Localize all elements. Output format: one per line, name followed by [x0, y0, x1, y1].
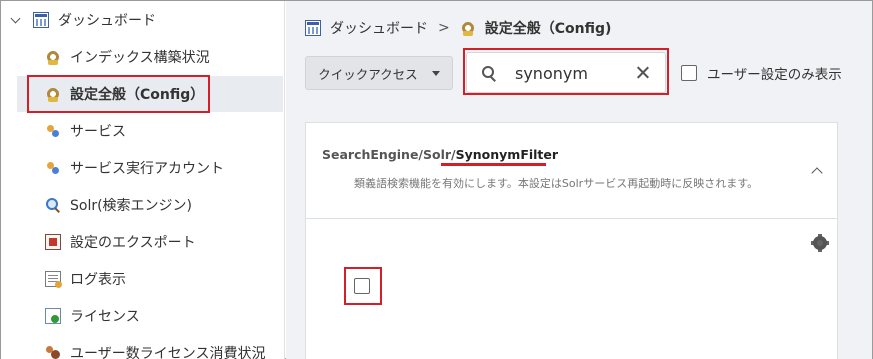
sidebar-root-label: ダッシュボード [58, 13, 156, 29]
highlight-underline [441, 163, 546, 166]
sidebar-item-label: インデックス構築状況 [70, 50, 210, 66]
dashboard-icon [33, 12, 49, 28]
sidebar-item-label: Solr(検索エンジン) [70, 198, 193, 214]
sidebar-item-export[interactable]: 設定のエクスポート [45, 230, 196, 254]
sidebar-item-solr[interactable]: Solr(検索エンジン) [45, 193, 192, 217]
sidebar: ダッシュボード インデックス構築状況 設定全般（Config） サービス サービ… [1, 1, 285, 359]
log-icon [45, 271, 62, 288]
chevron-down-icon[interactable] [11, 15, 21, 25]
user-settings-only-toggle[interactable]: ユーザー設定のみ表示 [681, 63, 842, 83]
quick-access-button[interactable]: クイックアクセス [305, 56, 453, 90]
sidebar-item-label: ライセンス [70, 309, 140, 325]
highlight-box-search [463, 48, 669, 95]
sidebar-item-logs[interactable]: ログ表示 [45, 267, 126, 291]
highlight-box-checkbox [344, 267, 382, 305]
setting-path-prefix: SearchEngine/Solr/ [322, 147, 456, 162]
setting-card: SearchEngine/Solr/SynonymFilter 類義語検索機能を… [305, 122, 838, 359]
main-content: ダッシュボード > 設定全般（Config) クイックアクセス ユーザー設定のみ… [286, 1, 872, 359]
dots-icon [45, 123, 61, 139]
sidebar-item-service-account[interactable]: サービス実行アカウント [45, 156, 224, 180]
setting-card-header[interactable]: SearchEngine/Solr/SynonymFilter 類義語検索機能を… [306, 123, 837, 219]
sidebar-item-label: ログ表示 [70, 272, 126, 288]
setting-path: SearchEngine/Solr/SynonymFilter [322, 147, 558, 162]
gear-icon [45, 49, 61, 65]
breadcrumb-current: 設定全般（Config) [484, 21, 612, 37]
sidebar-item-services[interactable]: サービス [45, 119, 126, 143]
user-settings-only-label: ユーザー設定のみ表示 [707, 67, 842, 83]
settings-gear-icon[interactable] [811, 234, 829, 252]
search-icon [45, 197, 61, 213]
highlight-box-config [27, 75, 210, 113]
sidebar-root-dashboard[interactable]: ダッシュボード [11, 9, 156, 31]
quick-access-label: クイックアクセス [318, 66, 418, 82]
breadcrumb-separator: > [438, 20, 450, 36]
caret-down-icon [431, 70, 440, 76]
sidebar-item-index-status[interactable]: インデックス構築状況 [45, 45, 210, 69]
gear-icon [459, 20, 476, 36]
breadcrumb-home[interactable]: ダッシュボード [330, 18, 428, 38]
export-icon [45, 234, 61, 250]
chevron-up-icon[interactable] [811, 165, 823, 177]
setting-path-name: SynonymFilter [455, 147, 559, 162]
dashboard-icon [305, 20, 321, 36]
sidebar-item-label: 設定のエクスポート [70, 235, 196, 251]
sidebar-item-label: サービス実行アカウント [70, 161, 224, 177]
license-icon [45, 308, 61, 324]
dots-icon [45, 160, 61, 176]
users-icon [45, 345, 61, 359]
sidebar-item-license[interactable]: ライセンス [45, 304, 140, 328]
sidebar-item-user-license[interactable]: ユーザー数ライセンス消費状況 [45, 341, 265, 359]
setting-description: 類義語検索機能を有効にします。本設定はSolrサービス再起動時に反映されます。 [354, 177, 759, 190]
sidebar-item-label: ユーザー数ライセンス消費状況 [70, 346, 266, 359]
breadcrumb: ダッシュボード > 設定全般（Config) [305, 17, 611, 39]
sidebar-item-label: サービス [70, 124, 126, 140]
user-settings-only-checkbox[interactable] [681, 65, 697, 81]
